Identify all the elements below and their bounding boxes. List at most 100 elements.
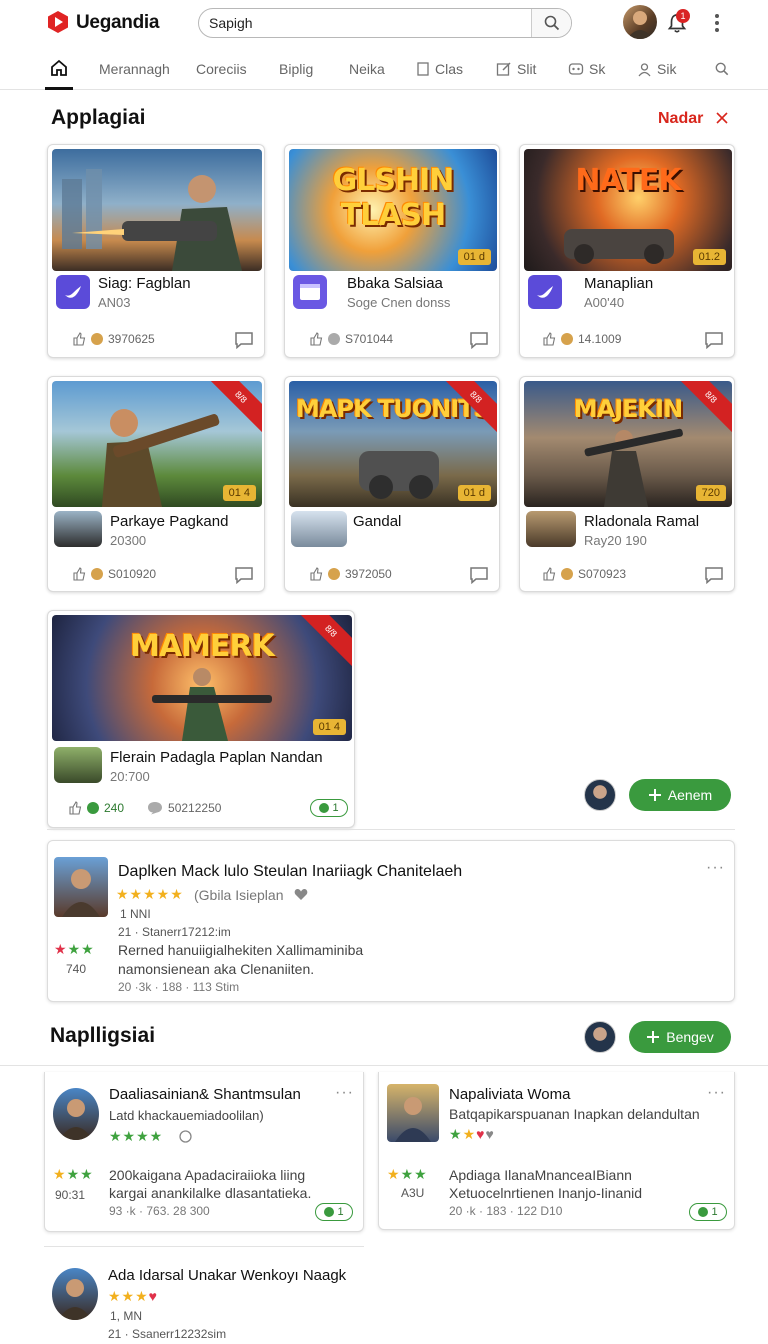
- thumbs-up-icon[interactable]: [72, 567, 86, 581]
- user-avatar[interactable]: [623, 5, 657, 39]
- game-card[interactable]: MAJEKIN 8/8 720 Rladonala Ramal Ray20 19…: [519, 376, 735, 592]
- comment-icon[interactable]: [234, 566, 254, 584]
- game-thumbnail[interactable]: 8/8 01 4: [52, 381, 262, 507]
- user-avatar[interactable]: [584, 779, 616, 811]
- card-subtitle: 20300: [110, 533, 147, 548]
- section-title: Naplligsiai: [50, 1024, 156, 1047]
- thumbs-up-icon[interactable]: [309, 332, 323, 346]
- rating-stars: ★★★★: [109, 1128, 164, 1144]
- app-browser-icon: [293, 275, 327, 309]
- tab-8[interactable]: Sik: [637, 60, 676, 78]
- thumbnail-art: [62, 169, 242, 271]
- app-bird-icon: [56, 275, 90, 309]
- tab-3[interactable]: Biplig: [279, 60, 313, 78]
- reply-button[interactable]: 1: [315, 1203, 353, 1221]
- plus-icon: [648, 789, 661, 801]
- rating-text: (Gbila Isieplan: [194, 887, 284, 903]
- thumbs-up-icon[interactable]: [72, 332, 86, 346]
- more-options-icon[interactable]: [709, 10, 725, 36]
- card-title: Rladonala Ramal: [584, 513, 700, 530]
- heart-icon[interactable]: [294, 888, 308, 901]
- divider: [0, 1065, 768, 1066]
- comment-icon[interactable]: [704, 331, 724, 349]
- thumbs-up-icon[interactable]: [542, 567, 556, 581]
- game-card[interactable]: GLSHIN TLASH 01 d Bbaka Salsiaa Soge Cne…: [284, 144, 500, 358]
- comment-body-2: Xetuocelnrtienen Inanjo-Iinanid: [449, 1185, 643, 1201]
- app-tank-icon: [526, 511, 576, 547]
- tab-5[interactable]: Clas: [416, 60, 463, 78]
- thumbs-up-icon[interactable]: [68, 801, 82, 815]
- comment-icon[interactable]: [704, 566, 724, 584]
- more-options-icon[interactable]: ···: [706, 859, 725, 877]
- app-jet-icon: [291, 511, 347, 547]
- app-vehicle-icon: [54, 511, 102, 547]
- commenter-portrait-icon: [59, 1099, 93, 1140]
- comment-body-1: Rerned hanuiigialhekiten Xallimaminiba: [118, 942, 364, 958]
- rating-stars: ★★♥♥: [449, 1126, 495, 1142]
- game-thumbnail[interactable]: MAPK TUONITS 8/8 01 d: [289, 381, 497, 507]
- comment-bubble-icon[interactable]: [147, 801, 163, 815]
- game-thumbnail[interactable]: NATEK 01.2: [524, 149, 732, 271]
- game-card[interactable]: MAPK TUONITS 8/8 01 d Gandal 3972050: [284, 376, 500, 592]
- tab-7[interactable]: Sk: [568, 60, 605, 78]
- comment-icon[interactable]: [469, 331, 489, 349]
- reply-icon: [324, 1207, 335, 1217]
- game-card[interactable]: MAMERK 8/8 01 4 Flerain Padagla Paplan N…: [47, 610, 355, 828]
- commenter-avatar[interactable]: [387, 1084, 439, 1142]
- reaction-icon: [91, 568, 103, 580]
- comment-title: Daplken Mack lulo Steulan Inariiagk Chan…: [118, 863, 463, 880]
- document-icon: [417, 62, 429, 76]
- search-input[interactable]: [199, 9, 532, 37]
- game-thumbnail[interactable]: MAMERK 8/8 01 4: [52, 615, 352, 741]
- add-button[interactable]: Bengev: [629, 1021, 731, 1053]
- game-card[interactable]: Siag: Fagblan AN03 3970625: [47, 144, 265, 358]
- commenter-avatar[interactable]: [54, 857, 108, 917]
- score-value: 740: [66, 962, 87, 976]
- app-logo-icon[interactable]: [46, 10, 70, 34]
- comment-footer: 93 ·k · 763. 28 300: [109, 1204, 210, 1218]
- tab-1[interactable]: Merannagh: [99, 60, 170, 78]
- brand-name[interactable]: Uegandia: [76, 12, 159, 34]
- thumbnail-title: NATEK: [575, 163, 681, 198]
- game-card[interactable]: 8/8 01 4 Parkaye Pagkand 20300 S010920: [47, 376, 265, 592]
- game-thumbnail[interactable]: [52, 149, 262, 271]
- comment-body-2: kargai anankilalke dlasantatieka.: [109, 1185, 312, 1201]
- close-icon[interactable]: [714, 110, 730, 126]
- tab-4[interactable]: Neika: [349, 60, 385, 78]
- thumbs-up-icon[interactable]: [542, 332, 556, 346]
- comment-icon[interactable]: [234, 331, 254, 349]
- more-options-icon[interactable]: ···: [335, 1084, 354, 1102]
- card-stats: 240 50212250: [68, 798, 221, 818]
- reply-button[interactable]: 1: [689, 1203, 727, 1221]
- comment-footer: 20 ·3k · 188 · 113 Stim: [118, 980, 240, 994]
- card-subtitle: Ray20 190: [584, 533, 647, 548]
- thumbnail-badge: 01 4: [312, 719, 346, 735]
- user-avatar[interactable]: [584, 1021, 616, 1053]
- more-options-icon[interactable]: ···: [707, 1084, 726, 1102]
- section-action-link[interactable]: Nadar: [658, 110, 703, 128]
- thumbnail-badge: 720: [695, 485, 726, 501]
- comment-subtitle: Batqapikarspuanan Inapkan delandultan: [449, 1106, 700, 1122]
- tab-6[interactable]: Slit: [496, 60, 536, 78]
- reply-button[interactable]: 1: [310, 799, 348, 817]
- emoji-icon[interactable]: [179, 1130, 192, 1143]
- tab-search[interactable]: [715, 60, 729, 78]
- game-thumbnail[interactable]: GLSHIN TLASH 01 d: [289, 149, 497, 271]
- add-button[interactable]: Aenem: [629, 779, 731, 811]
- comment-icon[interactable]: [469, 566, 489, 584]
- game-card[interactable]: NATEK 01.2 Manaplian A00'40 14.1009: [519, 144, 735, 358]
- tab-home[interactable]: [45, 48, 73, 90]
- gamepad-icon: [568, 63, 584, 75]
- tab-2[interactable]: Coreciis: [196, 60, 247, 78]
- commenter-avatar[interactable]: [53, 1088, 99, 1140]
- card-title: Manaplian: [584, 275, 654, 292]
- search-button[interactable]: [531, 9, 571, 37]
- thumbs-up-icon[interactable]: [309, 567, 323, 581]
- home-icon: [51, 59, 67, 76]
- commenter-avatar[interactable]: [52, 1268, 98, 1320]
- comment-body-1: 200kaigana Apadaciraiioka liing: [109, 1167, 306, 1183]
- reaction-icon: [561, 568, 573, 580]
- thumbnail-badge: 01 4: [222, 485, 256, 501]
- game-thumbnail[interactable]: MAJEKIN 8/8 720: [524, 381, 732, 507]
- section-title: Applagiai: [51, 106, 146, 129]
